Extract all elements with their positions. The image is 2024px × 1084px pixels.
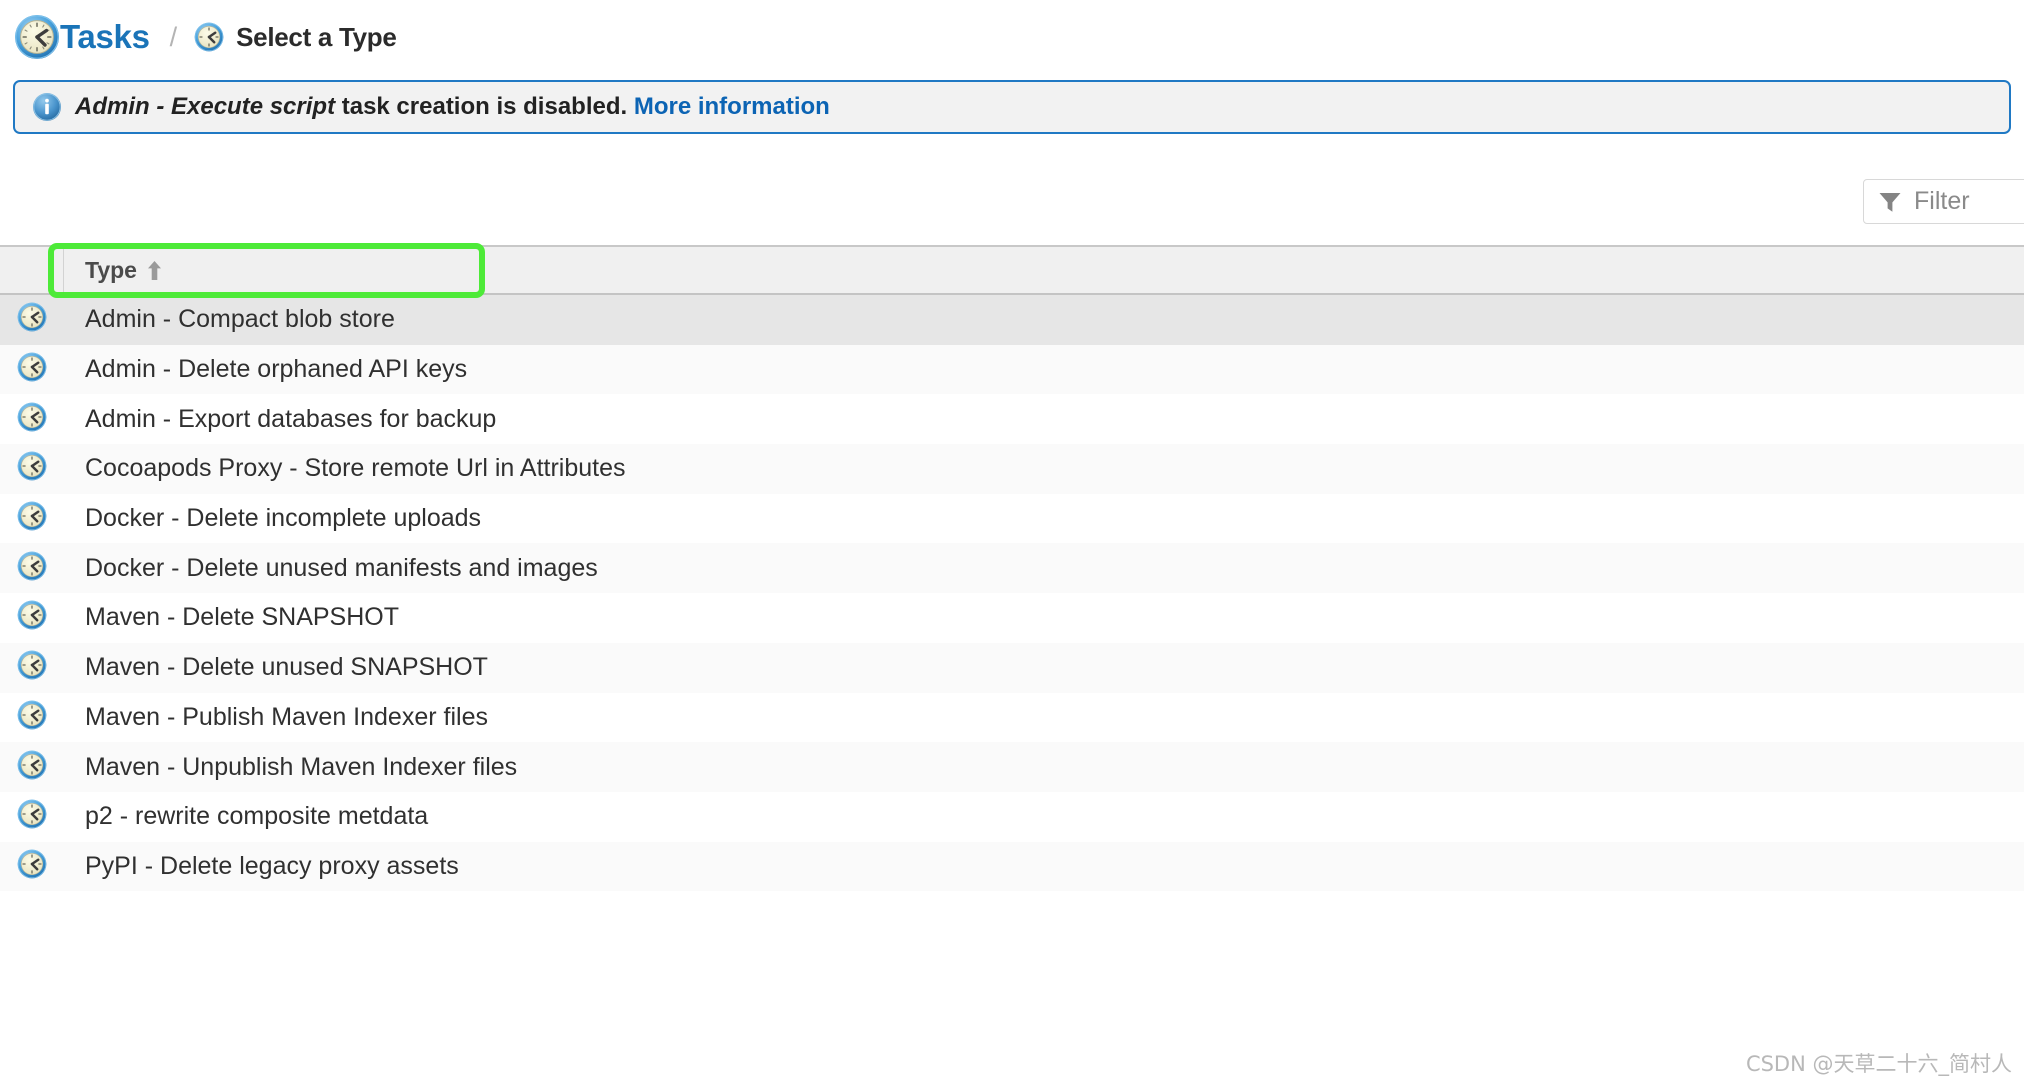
row-clock-icon-cell	[0, 494, 64, 544]
breadcrumb-separator: /	[169, 21, 178, 52]
row-clock-icon-cell	[0, 345, 64, 395]
clock-icon	[194, 22, 224, 52]
row-clock-icon-cell	[0, 444, 64, 494]
table-row[interactable]: Maven - Delete SNAPSHOT	[0, 593, 2024, 643]
filter-box[interactable]	[1863, 179, 2024, 224]
info-icon	[32, 92, 62, 122]
row-type-cell[interactable]: PyPI - Delete legacy proxy assets	[64, 842, 2024, 892]
row-type-label: Maven - Publish Maven Indexer files	[85, 702, 488, 731]
info-banner-text: Admin - Execute script task creation is …	[75, 93, 830, 121]
row-type-label: Docker - Delete unused manifests and ima…	[85, 553, 598, 582]
table-row[interactable]: Docker - Delete incomplete uploads	[0, 493, 2024, 544]
row-type-label: Maven - Delete unused SNAPSHOT	[85, 653, 488, 682]
row-type-label: Admin - Compact blob store	[85, 305, 395, 334]
clock-icon	[14, 14, 60, 60]
row-type-cell[interactable]: p2 - rewrite composite metdata	[64, 792, 2024, 842]
row-clock-icon-cell	[0, 593, 64, 643]
table-row[interactable]: p2 - rewrite composite metdata	[0, 791, 2024, 842]
info-banner-message: task creation is disabled.	[335, 93, 634, 120]
info-banner: Admin - Execute script task creation is …	[13, 80, 2011, 134]
clock-icon	[17, 402, 47, 437]
table-row[interactable]: Maven - Unpublish Maven Indexer files	[0, 742, 2024, 792]
clock-icon	[17, 501, 47, 536]
row-type-label: p2 - rewrite composite metdata	[85, 802, 429, 831]
filter-input[interactable]	[1914, 187, 2024, 216]
clock-icon	[17, 451, 47, 486]
row-clock-icon-cell	[0, 842, 64, 892]
row-type-cell[interactable]: Admin - Compact blob store	[64, 295, 2024, 345]
row-type-label: Maven - Delete SNAPSHOT	[85, 603, 399, 632]
clock-icon	[17, 750, 47, 785]
clock-icon	[17, 302, 47, 337]
row-type-label: Admin - Export databases for backup	[85, 404, 497, 433]
row-type-cell[interactable]: Maven - Delete unused SNAPSHOT	[64, 643, 2024, 693]
filter-funnel-icon	[1877, 189, 1903, 215]
table-toolbar	[0, 140, 2024, 245]
row-clock-icon-cell	[0, 643, 64, 693]
row-type-label: Docker - Delete incomplete uploads	[85, 504, 482, 533]
breadcrumb: Tasks / Select a Type	[0, 0, 2024, 74]
row-type-label: PyPI - Delete legacy proxy assets	[85, 851, 459, 880]
info-banner-emphasis: Admin - Execute script	[75, 93, 336, 120]
clock-icon	[17, 849, 47, 884]
table-row[interactable]: Docker - Delete unused manifests and ima…	[0, 543, 2024, 594]
breadcrumb-label-select-a-type: Select a Type	[236, 21, 397, 52]
row-type-cell[interactable]: Admin - Delete orphaned API keys	[64, 345, 2024, 395]
clock-icon	[17, 551, 47, 586]
watermark: CSDN @天草二十六_简村人	[1745, 1052, 2012, 1076]
row-type-cell[interactable]: Maven - Delete SNAPSHOT	[64, 593, 2024, 643]
clock-icon	[17, 600, 47, 635]
table-row[interactable]: PyPI - Delete legacy proxy assets	[0, 841, 2024, 892]
breadcrumb-label-tasks[interactable]: Tasks	[60, 18, 150, 56]
row-type-label: Cocoapods Proxy - Store remote Url in At…	[85, 454, 626, 483]
tasks-table: Type Admin - Compact blob store Admin - …	[0, 245, 2024, 892]
table-row[interactable]: Admin - Compact blob store	[0, 295, 2024, 345]
row-clock-icon-cell	[0, 742, 64, 792]
table-row[interactable]: Admin - Delete orphaned API keys	[0, 344, 2024, 395]
more-information-link[interactable]: More information	[634, 93, 830, 120]
clock-icon	[17, 799, 47, 834]
row-type-cell[interactable]: Cocoapods Proxy - Store remote Url in At…	[64, 444, 2024, 494]
row-type-cell[interactable]: Maven - Unpublish Maven Indexer files	[64, 742, 2024, 792]
table-body: Admin - Compact blob store Admin - Delet…	[0, 295, 2024, 892]
table-row[interactable]: Maven - Publish Maven Indexer files	[0, 692, 2024, 743]
clock-icon	[17, 352, 47, 387]
table-header-type-cell[interactable]: Type	[64, 247, 2024, 293]
table-row[interactable]: Admin - Export databases for backup	[0, 394, 2024, 445]
table-header-row: Type	[0, 247, 2024, 295]
row-type-cell[interactable]: Docker - Delete unused manifests and ima…	[64, 543, 2024, 593]
row-clock-icon-cell	[0, 394, 64, 444]
row-clock-icon-cell	[0, 792, 64, 842]
breadcrumb-item-tasks[interactable]: Tasks	[14, 14, 150, 60]
sort-ascending-icon[interactable]	[146, 260, 163, 281]
row-type-label: Maven - Unpublish Maven Indexer files	[85, 752, 518, 781]
table-row[interactable]: Maven - Delete unused SNAPSHOT	[0, 642, 2024, 693]
clock-icon	[17, 700, 47, 735]
breadcrumb-item-select-a-type: Select a Type	[194, 21, 397, 53]
row-type-cell[interactable]: Docker - Delete incomplete uploads	[64, 494, 2024, 544]
row-clock-icon-cell	[0, 543, 64, 593]
table-row[interactable]: Cocoapods Proxy - Store remote Url in At…	[0, 444, 2024, 494]
row-type-label: Admin - Delete orphaned API keys	[85, 355, 468, 384]
row-clock-icon-cell	[0, 295, 64, 345]
clock-icon	[17, 650, 47, 685]
row-type-cell[interactable]: Admin - Export databases for backup	[64, 394, 2024, 444]
column-header-type[interactable]: Type	[85, 257, 137, 284]
table-header-icon-cell	[0, 247, 64, 293]
row-type-cell[interactable]: Maven - Publish Maven Indexer files	[64, 693, 2024, 743]
row-clock-icon-cell	[0, 693, 64, 743]
